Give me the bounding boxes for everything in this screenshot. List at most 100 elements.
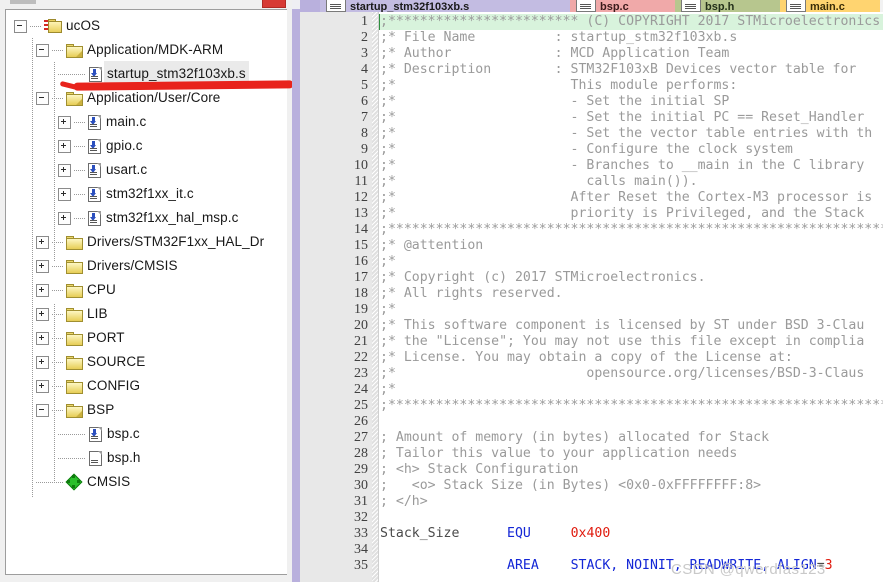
tree-item[interactable]: SOURCE — [6, 350, 284, 374]
editor-tab[interactable]: bsp.h — [675, 0, 780, 12]
code-line[interactable]: Stack_Size EQU 0x400 — [379, 526, 883, 542]
code-line[interactable]: ;* Author : MCD Application Team — [379, 46, 883, 62]
tree-item[interactable]: PORT — [6, 326, 284, 350]
tree-item[interactable]: stm32f1xx_it.c — [6, 182, 284, 206]
tree-connector — [30, 25, 41, 27]
code-line[interactable]: ;* priority is Privileged, and the Stack — [379, 206, 883, 222]
code-line[interactable] — [379, 414, 883, 430]
line-number: 19 — [354, 302, 368, 317]
collapse-icon[interactable] — [36, 43, 49, 57]
code-line[interactable]: ;***************************************… — [379, 398, 883, 414]
code-line[interactable] — [379, 542, 883, 558]
tree-item[interactable]: CONFIG — [6, 374, 284, 398]
collapse-icon[interactable] — [36, 403, 49, 417]
line-number: 31 — [354, 494, 368, 509]
tree-item[interactable]: Drivers/CMSIS — [6, 254, 284, 278]
code-line[interactable]: ;* This software component is licensed b… — [379, 318, 883, 334]
keil-uvision-window: ucOS Application/MDK-ARM startup_stm32f103… — [0, 0, 883, 582]
code-line[interactable]: ;* - Set the initial SP — [379, 94, 883, 110]
expand-icon[interactable] — [58, 211, 71, 225]
code-token: ;* - Set the initial SP — [380, 94, 730, 109]
code-line[interactable]: ; </h> — [379, 494, 883, 510]
expand-icon[interactable] — [58, 139, 71, 153]
code-token: ;* All rights reserved. — [380, 286, 563, 301]
tree-item[interactable]: CPU — [6, 278, 284, 302]
code-line[interactable]: ;************************ (C) COPYRIGHT … — [379, 14, 883, 30]
tree-item[interactable]: CMSIS — [6, 470, 284, 494]
tree-item[interactable]: stm32f1xx_hal_msp.c — [6, 206, 284, 230]
code-line[interactable]: ;* Copyright (c) 2017 STMicroelectronics… — [379, 270, 883, 286]
line-number: 7 — [361, 110, 368, 125]
panel-splitter[interactable] — [292, 0, 300, 582]
tree-connector — [58, 433, 86, 435]
code-line[interactable]: ;* @attention — [379, 238, 883, 254]
tree-item[interactable]: gpio.c — [6, 134, 284, 158]
tree-item[interactable]: bsp.h — [6, 446, 284, 470]
tree-item[interactable]: LIB — [6, 302, 284, 326]
code-line[interactable]: ;* — [379, 382, 883, 398]
code-line[interactable]: ;* Description : STM32F103xB Devices vec… — [379, 62, 883, 78]
code-line[interactable]: ; <o> Stack Size (in Bytes) <0x0-0xFFFFF… — [379, 478, 883, 494]
expand-icon[interactable] — [58, 115, 71, 129]
line-number: 27 — [354, 430, 368, 445]
code-line[interactable]: ;* - Set the initial PC == Reset_Handler — [379, 110, 883, 126]
code-line[interactable]: ; <h> Stack Configuration — [379, 462, 883, 478]
tree-connector — [74, 121, 85, 123]
expand-icon[interactable] — [36, 307, 49, 321]
tree-item-label: Drivers/STM32F1xx_HAL_Dr — [87, 234, 265, 249]
code-line[interactable]: ;* — [379, 254, 883, 270]
collapse-icon[interactable] — [36, 91, 49, 105]
expand-icon[interactable] — [36, 283, 49, 297]
editor-tab[interactable]: main.c — [780, 0, 880, 12]
expand-icon[interactable] — [36, 331, 49, 345]
expand-icon[interactable] — [36, 259, 49, 273]
source-code-text[interactable]: ;************************ (C) COPYRIGHT … — [379, 12, 883, 582]
tree-connector — [36, 481, 64, 483]
code-line[interactable]: ;* All rights reserved. — [379, 286, 883, 302]
tree-item-label: usart.c — [106, 162, 148, 177]
editor-tab[interactable]: startup_stm32f103xb.s — [320, 0, 570, 12]
editor-tab[interactable]: bsp.c — [570, 0, 675, 12]
tree-item-label: CONFIG — [87, 378, 141, 393]
code-line[interactable]: ;* opensource.org/licenses/BSD-3-Claus — [379, 366, 883, 382]
tree-item[interactable]: ucOS — [6, 14, 284, 38]
code-line[interactable]: ; Tailor this value to your application … — [379, 446, 883, 462]
close-icon[interactable] — [262, 0, 286, 8]
code-line[interactable]: ;***************************************… — [379, 222, 883, 238]
collapse-icon[interactable] — [14, 19, 27, 33]
code-line[interactable]: ;* - Configure the clock system — [379, 142, 883, 158]
code-line[interactable]: ;* — [379, 302, 883, 318]
code-token: ;* — [380, 254, 396, 269]
tree-item-label: SOURCE — [87, 354, 146, 369]
expand-icon[interactable] — [36, 355, 49, 369]
line-number: 13 — [354, 206, 368, 221]
code-line[interactable]: ;* calls main()). — [379, 174, 883, 190]
tree-item[interactable]: Drivers/STM32F1xx_HAL_Dr — [6, 230, 284, 254]
project-tab-indicator[interactable] — [10, 0, 36, 4]
project-panel: ucOS Application/MDK-ARM startup_stm32f103… — [0, 0, 294, 582]
expand-icon[interactable] — [58, 163, 71, 177]
code-line[interactable]: ;* After Reset the Cortex-M3 processor i… — [379, 190, 883, 206]
tree-connector — [74, 193, 85, 195]
code-line[interactable]: ;* - Branches to __main in the C library — [379, 158, 883, 174]
code-line[interactable] — [379, 510, 883, 526]
expand-icon[interactable] — [36, 379, 49, 393]
tree-item[interactable]: usart.c — [6, 158, 284, 182]
code-line[interactable]: ; Amount of memory (in bytes) allocated … — [379, 430, 883, 446]
line-number: 22 — [354, 350, 368, 365]
code-line[interactable]: ;* the "License"; You may not use this f… — [379, 334, 883, 350]
tree-item[interactable]: BSP — [6, 398, 284, 422]
code-line[interactable]: ;* File Name : startup_stm32f103xb.s — [379, 30, 883, 46]
code-line[interactable]: AREA STACK, NOINIT, READWRITE, ALIGN=3 — [379, 558, 883, 574]
tree-item[interactable]: bsp.c — [6, 422, 284, 446]
tree-item[interactable]: Application/User/Core — [6, 86, 284, 110]
code-line[interactable]: ;* License. You may obtain a copy of the… — [379, 350, 883, 366]
expand-icon[interactable] — [36, 235, 49, 249]
tree-item[interactable]: Application/MDK-ARM — [6, 38, 284, 62]
tree-item[interactable]: main.c — [6, 110, 284, 134]
code-line[interactable]: ;* - Set the vector table entries with t… — [379, 126, 883, 142]
code-line[interactable]: ;* This module performs: — [379, 78, 883, 94]
editor-tab-bar[interactable]: startup_stm32f103xb.s bsp.c bsp.h main.c — [300, 0, 883, 12]
expand-icon[interactable] — [58, 187, 71, 201]
